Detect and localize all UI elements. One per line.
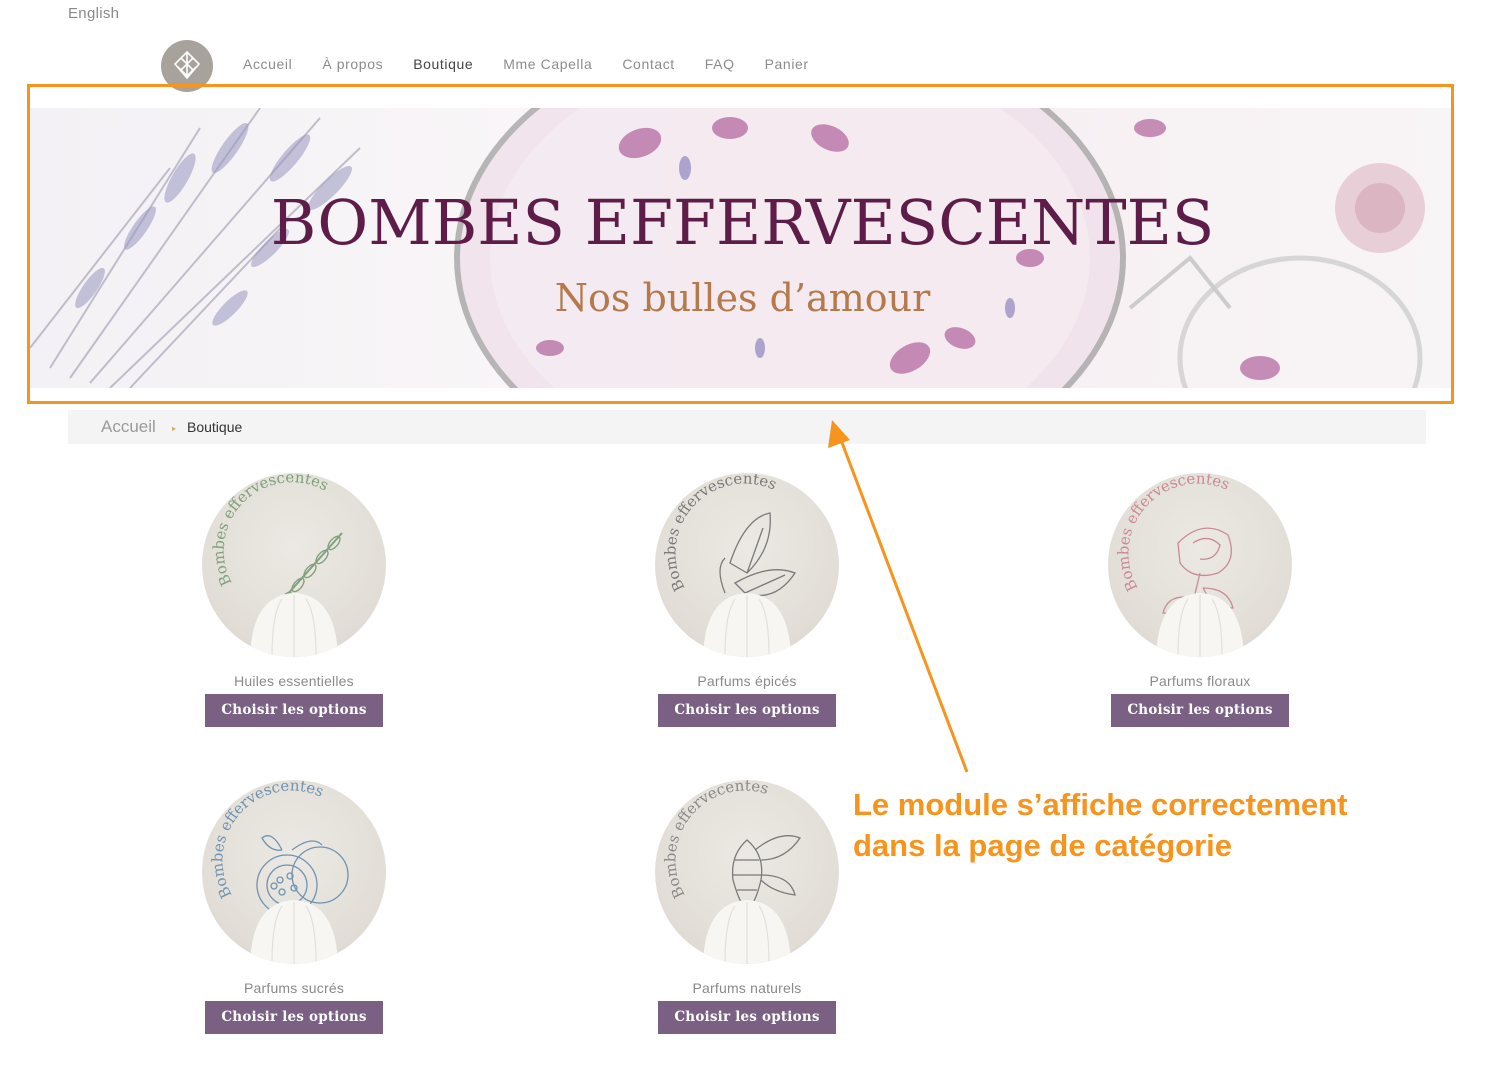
annotation-line-1: Le module s’affiche correctement [853,787,1348,822]
nav-item-faq[interactable]: FAQ [705,55,735,73]
choose-options-button[interactable]: Choisir les options [1111,694,1289,727]
product-name[interactable]: Parfums épicés [627,673,867,689]
svg-text:Bombes effervescentes: Bombes effervescentes [209,473,331,589]
main-nav: Accueil À propos Boutique Mme Capella Co… [243,55,839,73]
product-card-parfums-floraux: Bombes effervescentes Parfums floraux Ch… [1080,473,1320,727]
product-name[interactable]: Parfums floraux [1080,673,1320,689]
passion-fruit-icon: Bombes effervescentes [208,780,349,964]
choose-options-button[interactable]: Choisir les options [658,694,836,727]
product-card-parfums-epices: Bombes effervescentes Parfums épicés Cho… [627,473,867,727]
language-switch[interactable]: English [68,5,119,22]
product-image[interactable]: Bombes effervescentes [1108,473,1292,657]
rose-flower-icon: Bombes effervescentes [1114,473,1244,657]
product-name[interactable]: Parfums naturels [627,980,867,996]
lavender-sprig-icon: Bombes effervescentes [209,473,343,657]
nav-item-panier[interactable]: Panier [765,55,809,73]
product-image[interactable]: Bombes effervescentes [655,473,839,657]
nav-item-accueil[interactable]: Accueil [243,55,292,73]
annotation-text: Le module s’affiche correctement dans la… [853,784,1347,866]
nav-item-contact[interactable]: Contact [622,55,674,73]
product-card-parfums-sucres: Bombes effervescentes Parfums sucrés Cho… [174,780,414,1034]
breadcrumb: Accueil ▸ Boutique [68,410,1426,444]
product-image[interactable]: Bombes effervescentes [202,780,386,964]
choose-options-button[interactable]: Choisir les options [658,1001,836,1034]
svg-text:Bombes effervecentes: Bombes effervecentes [661,780,770,901]
svg-text:Bombes effervescentes: Bombes effervescentes [1114,473,1232,594]
product-card-huiles-essentielles: Bombes effervescentes Huiles essentielle… [174,473,414,727]
product-name[interactable]: Huiles essentielles [174,673,414,689]
breadcrumb-current: Boutique [187,419,243,435]
annotation-line-2: dans la page de catégorie [853,828,1233,863]
choose-options-button[interactable]: Choisir les options [205,1001,383,1034]
nav-item-mme-capella[interactable]: Mme Capella [503,55,592,73]
product-image[interactable]: Bombes effervecentes [655,780,839,964]
nav-item-a-propos[interactable]: À propos [322,55,383,73]
product-card-parfums-naturels: Bombes effervecentes Parfums naturels Ch… [627,780,867,1034]
nav-item-boutique[interactable]: Boutique [413,55,473,73]
hops-cone-icon: Bombes effervecentes [661,780,801,964]
product-name[interactable]: Parfums sucrés [174,980,414,996]
product-image[interactable]: Bombes effervescentes [202,473,386,657]
breadcrumb-home-link[interactable]: Accueil [101,417,156,437]
choose-options-button[interactable]: Choisir les options [205,694,383,727]
highlight-frame [27,84,1454,404]
breadcrumb-separator-icon: ▸ [172,424,177,433]
mint-leaf-icon: Bombes effervescentes [661,473,796,657]
